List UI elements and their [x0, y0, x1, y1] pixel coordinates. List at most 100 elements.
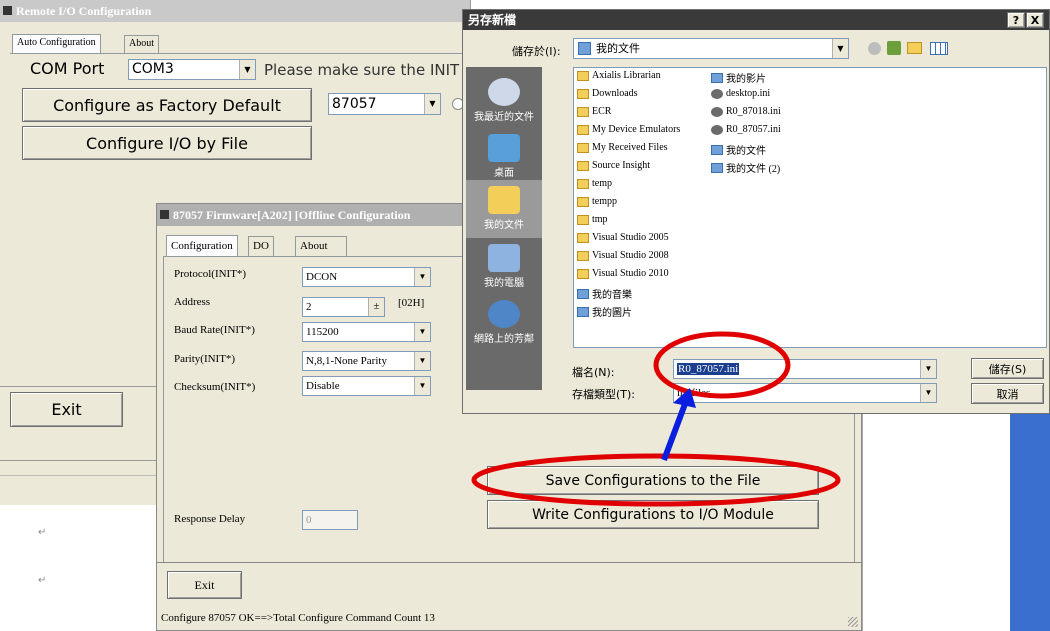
save-button[interactable]: 儲存(S): [971, 358, 1044, 379]
file-list-item[interactable]: 我的圖片: [577, 304, 632, 319]
chevron-down-icon[interactable]: ▼: [414, 268, 430, 286]
file-list-item[interactable]: Downloads: [577, 88, 638, 99]
file-name: My Device Emulators: [592, 124, 681, 135]
file-list-item[interactable]: My Device Emulators: [577, 124, 680, 135]
checksum-select[interactable]: Disable ▼: [302, 376, 431, 396]
file-list-item[interactable]: Source Insight: [577, 160, 650, 171]
file-list-item[interactable]: Axialis Librarian: [577, 70, 661, 81]
module-select[interactable]: 87057 ▼: [328, 93, 441, 115]
com-port-select[interactable]: COM3 ▼: [128, 59, 256, 80]
status-text: Configure 87057 OK==>Total Configure Com…: [161, 612, 435, 624]
save-configurations-button[interactable]: Save Configurations to the File: [487, 466, 819, 495]
remote-io-title: Remote I/O Configuration: [16, 4, 152, 18]
filename-input[interactable]: R0_87057.ini ▼: [673, 359, 937, 379]
divider: [157, 562, 861, 563]
close-button[interactable]: X: [1026, 12, 1044, 28]
remote-io-titlebar: Remote I/O Configuration: [0, 0, 470, 22]
tab-auto-configuration[interactable]: Auto Configuration: [12, 34, 101, 53]
file-list-item[interactable]: Visual Studio 2005: [577, 232, 669, 243]
tab-label: DO: [253, 240, 269, 252]
file-list-item[interactable]: My Received Files: [577, 142, 668, 153]
configure-factory-default-button[interactable]: Configure as Factory Default: [22, 88, 312, 122]
cancel-button[interactable]: 取消: [971, 383, 1044, 404]
folder-icon: [577, 160, 589, 171]
tab-about[interactable]: About: [124, 35, 159, 53]
up-folder-icon[interactable]: [887, 41, 901, 55]
com-port-value: COM3: [132, 61, 174, 77]
file-list-item[interactable]: Visual Studio 2010: [577, 268, 669, 279]
file-list-item[interactable]: 我的文件: [711, 142, 766, 157]
exit-button[interactable]: Exit: [10, 392, 123, 427]
resize-grip-icon[interactable]: [848, 617, 858, 627]
file-list-item[interactable]: R0_87018.ini: [711, 106, 781, 117]
file-name: Visual Studio 2008: [592, 250, 669, 261]
ini-file-icon: [711, 124, 723, 135]
save-in-label: 儲存於(I):: [512, 45, 561, 58]
chevron-down-icon[interactable]: ▼: [414, 377, 430, 395]
chevron-down-icon[interactable]: ▼: [414, 323, 430, 341]
file-name: R0_87018.ini: [726, 106, 781, 117]
chevron-down-icon[interactable]: ▼: [832, 39, 848, 58]
file-name: Visual Studio 2005: [592, 232, 669, 243]
address-spinner[interactable]: 2 ±: [302, 297, 385, 317]
exit-button[interactable]: Exit: [167, 571, 242, 599]
parity-value: N,8,1-None Parity: [306, 355, 387, 367]
desktop-icon: [488, 134, 520, 162]
file-list-item[interactable]: tempp: [577, 196, 617, 207]
help-button[interactable]: ?: [1007, 12, 1025, 28]
write-configurations-button[interactable]: Write Configurations to I/O Module: [487, 500, 819, 529]
file-name: 我的文件 (2): [726, 164, 781, 175]
file-list-item[interactable]: Visual Studio 2008: [577, 250, 669, 261]
baud-rate-select[interactable]: 115200 ▼: [302, 322, 431, 342]
network-icon: [488, 300, 520, 328]
place-label: 桌面: [494, 168, 514, 179]
chevron-down-icon[interactable]: ▼: [239, 60, 255, 79]
place-my-computer[interactable]: 我的電腦: [466, 238, 542, 294]
chevron-down-icon[interactable]: ▼: [424, 94, 440, 114]
file-list-item[interactable]: desktop.ini: [711, 88, 770, 99]
save-in-select[interactable]: 我的文件 ▼: [573, 38, 849, 59]
folder-icon: [577, 106, 589, 117]
place-desktop[interactable]: 桌面: [466, 128, 542, 184]
address-label: Address: [174, 296, 211, 308]
view-menu-icon[interactable]: [930, 42, 948, 55]
chevron-down-icon[interactable]: ▼: [920, 360, 936, 378]
place-recent-documents[interactable]: 我最近的文件: [466, 72, 542, 128]
tab-do[interactable]: DO: [248, 236, 274, 256]
file-list-item[interactable]: 我的文件 (2): [711, 160, 780, 175]
file-list[interactable]: [573, 67, 1047, 348]
tab-about[interactable]: About: [295, 236, 347, 256]
file-name: 我的文件: [726, 146, 766, 157]
file-list-item[interactable]: 我的影片: [711, 70, 766, 85]
file-list-item[interactable]: ECR: [577, 106, 611, 117]
file-type-select[interactable]: ini files ▼: [673, 383, 937, 403]
file-list-item[interactable]: tmp: [577, 214, 608, 225]
protocol-select[interactable]: DCON ▼: [302, 267, 431, 287]
address-value: 2: [306, 301, 312, 313]
app-icon: [3, 6, 12, 15]
place-network[interactable]: 網路上的芳鄰: [466, 294, 542, 350]
folder-icon: [577, 268, 589, 279]
back-icon[interactable]: [868, 42, 881, 55]
parity-select[interactable]: N,8,1-None Parity ▼: [302, 351, 431, 371]
file-list-item[interactable]: R0_87057.ini: [711, 124, 781, 135]
file-list-item[interactable]: 我的音樂: [577, 286, 632, 301]
file-name: My Received Files: [592, 142, 668, 153]
new-folder-icon[interactable]: [907, 42, 922, 54]
spinner-arrows-icon[interactable]: ±: [368, 298, 384, 316]
file-list-item[interactable]: temp: [577, 178, 612, 189]
place-label: 我的文件: [484, 220, 524, 231]
chevron-down-icon[interactable]: ▼: [414, 352, 430, 370]
tab-label: About: [300, 240, 328, 252]
tab-configuration[interactable]: Configuration: [166, 235, 238, 256]
file-name: desktop.ini: [726, 88, 771, 99]
chevron-down-icon[interactable]: ▼: [920, 384, 936, 402]
place-label: 網路上的芳鄰: [474, 334, 534, 345]
configure-io-by-file-button[interactable]: Configure I/O by File: [22, 126, 312, 160]
protocol-value: DCON: [306, 271, 338, 283]
file-name: ECR: [592, 106, 612, 117]
recent-documents-icon: [488, 78, 520, 106]
filename-value: R0_87057.ini: [677, 363, 740, 375]
response-delay-input[interactable]: 0: [302, 510, 358, 530]
place-my-documents[interactable]: 我的文件: [466, 180, 542, 238]
